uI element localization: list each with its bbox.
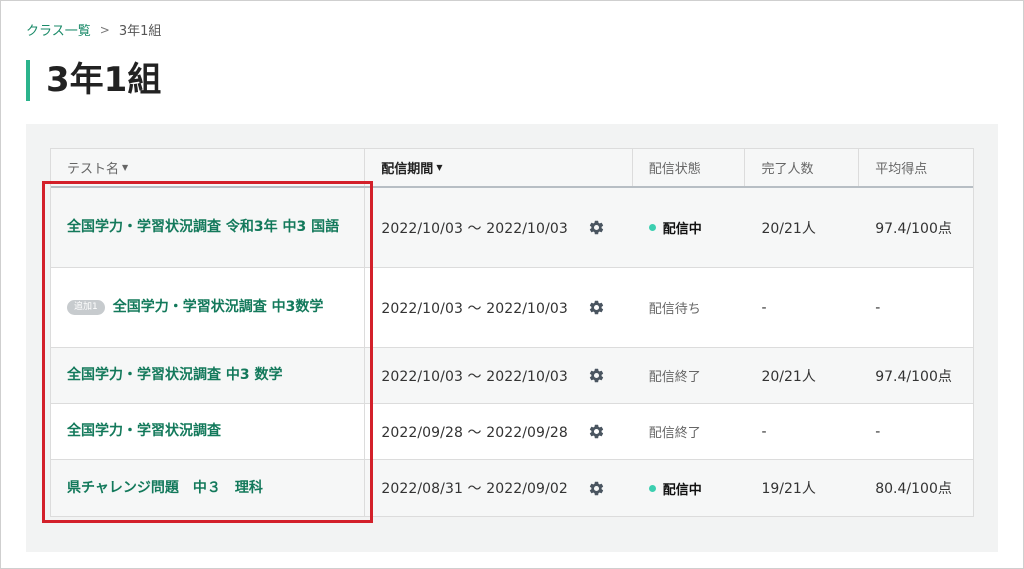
status-text: 配信終了	[648, 370, 701, 385]
header-status-label: 配信状態	[648, 162, 701, 177]
average-cell: 97.4/100点	[875, 220, 952, 237]
gear-icon[interactable]	[588, 299, 605, 316]
status-indicator: 配信終了	[649, 422, 701, 441]
period-text: 2022/10/03 〜 2022/10/03	[381, 220, 568, 237]
header-test-name-label: テスト名	[67, 162, 120, 177]
highlight-box	[42, 181, 373, 523]
status-text: 配信中	[662, 482, 702, 498]
gear-icon[interactable]	[588, 423, 605, 440]
header-completed: 完了人数	[745, 149, 860, 186]
status-text: 配信中	[662, 222, 702, 237]
header-average-label: 平均得点	[875, 162, 928, 177]
period-text: 2022/09/28 〜 2022/09/28	[381, 424, 568, 441]
breadcrumb-class-list-link[interactable]: クラス一覧	[26, 20, 91, 39]
completed-cell: 20/21人	[761, 220, 816, 237]
gear-icon[interactable]	[588, 367, 605, 384]
status-text: 配信終了	[648, 426, 701, 441]
average-cell: 80.4/100点	[875, 481, 952, 497]
status-cell: 配信待ち	[633, 268, 746, 347]
breadcrumb-current: 3年1組	[118, 24, 162, 39]
average-cell: -	[875, 423, 881, 440]
completed-cell: 19/21人	[761, 481, 816, 497]
header-period-label: 配信期間	[381, 162, 434, 177]
breadcrumb: クラス一覧 > 3年1組	[26, 20, 162, 40]
completed-cell: 20/21人	[761, 368, 816, 385]
average-cell: -	[875, 299, 881, 316]
header-completed-label: 完了人数	[761, 162, 814, 177]
period-cell: 2022/09/28 〜 2022/09/28	[365, 404, 632, 459]
status-cell: 配信終了	[633, 404, 746, 459]
sort-caret-icon[interactable]: ▼	[122, 163, 128, 172]
gear-icon[interactable]	[588, 480, 605, 497]
period-cell: 2022/10/03 〜 2022/10/03	[365, 188, 632, 267]
status-indicator: 配信終了	[649, 366, 701, 385]
live-dot-icon	[648, 484, 656, 492]
header-period[interactable]: 配信期間 ▼	[365, 149, 633, 186]
period-text: 2022/08/31 〜 2022/09/02	[381, 481, 568, 497]
live-dot-icon	[648, 224, 656, 231]
period-text: 2022/10/03 〜 2022/10/03	[381, 300, 568, 317]
period-cell: 2022/08/31 〜 2022/09/02	[365, 460, 632, 516]
completed-cell: -	[761, 299, 767, 316]
breadcrumb-separator: >	[99, 22, 110, 37]
completed-cell: -	[761, 423, 767, 440]
status-indicator: 配信中	[648, 479, 702, 498]
gear-icon[interactable]	[588, 219, 605, 236]
status-text: 配信待ち	[648, 302, 701, 317]
period-cell: 2022/10/03 〜 2022/10/03	[365, 348, 632, 403]
header-status: 配信状態	[633, 149, 746, 186]
sort-caret-icon[interactable]: ▼	[436, 163, 442, 172]
period-cell: 2022/10/03 〜 2022/10/03	[365, 268, 632, 347]
period-text: 2022/10/03 〜 2022/10/03	[381, 368, 568, 385]
status-indicator: 配信中	[648, 218, 702, 237]
status-indicator: 配信待ち	[649, 298, 701, 317]
status-cell: 配信中	[633, 188, 746, 267]
status-cell: 配信中	[633, 460, 746, 516]
header-average: 平均得点	[859, 149, 973, 186]
page-title: 3年1組	[26, 60, 161, 101]
status-cell: 配信終了	[633, 348, 746, 403]
average-cell: 97.4/100点	[875, 368, 952, 385]
